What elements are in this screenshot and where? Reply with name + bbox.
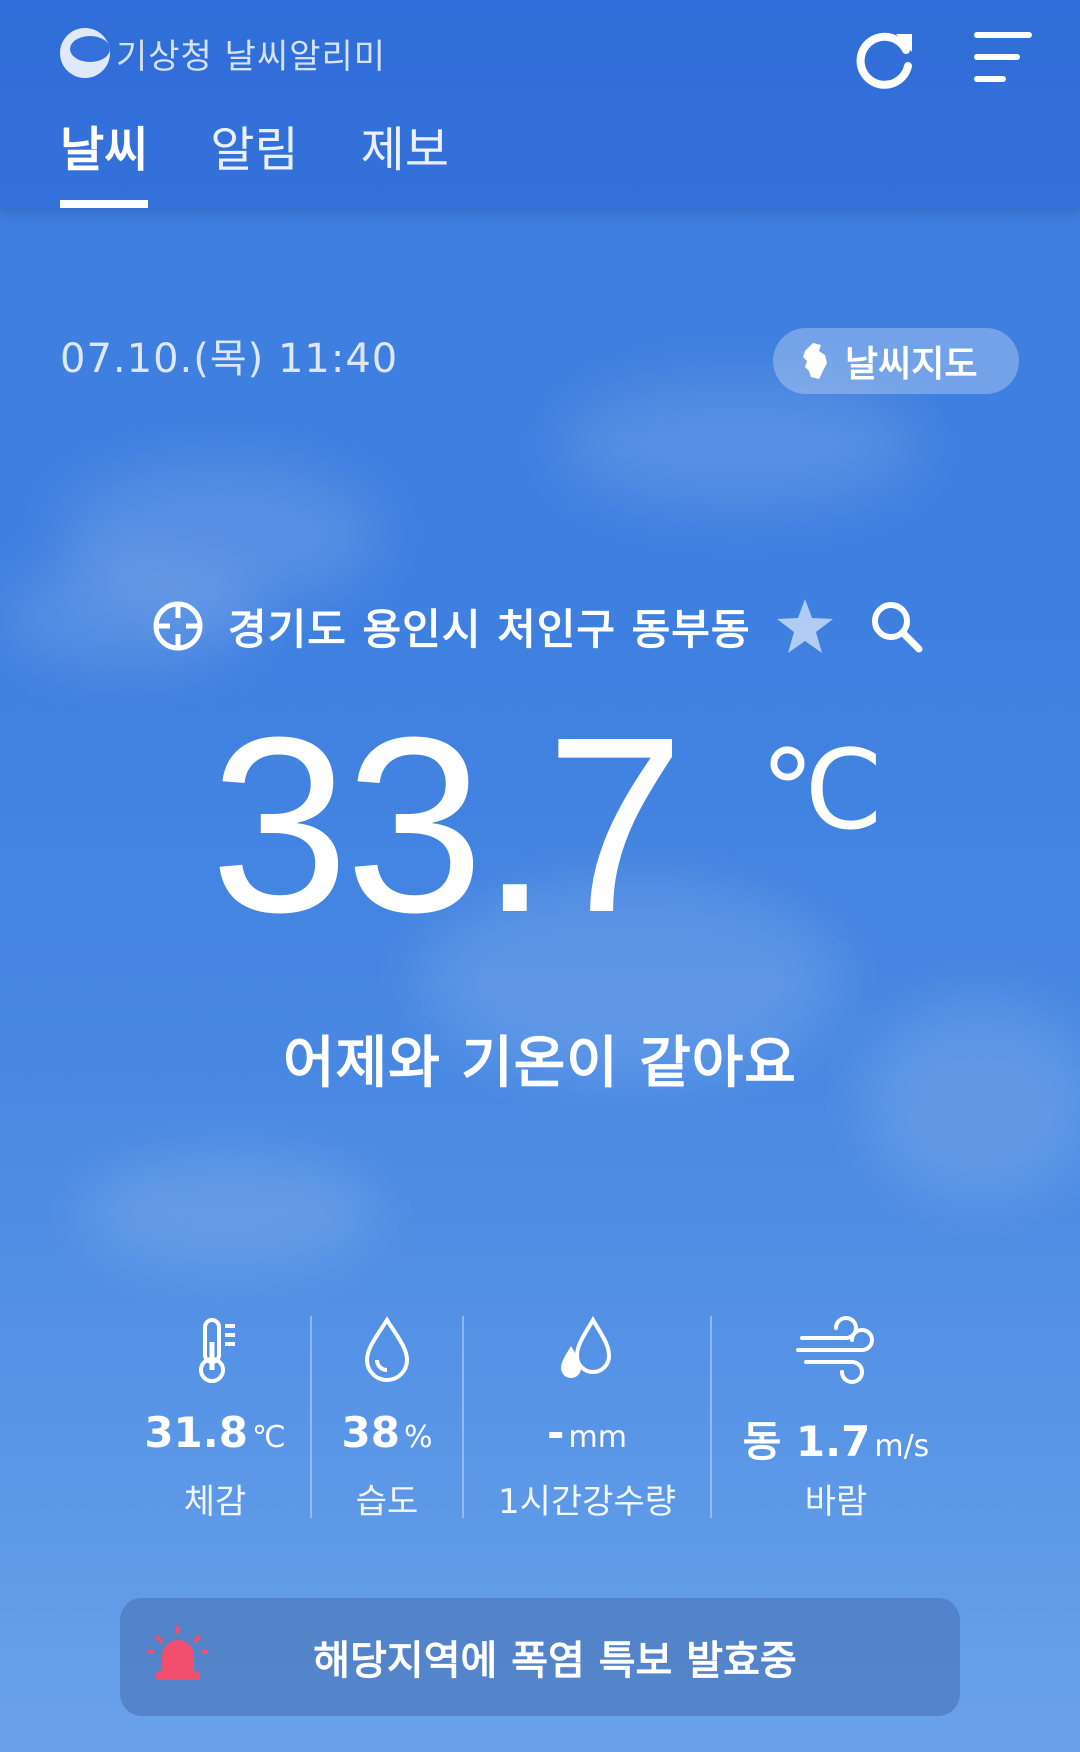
weather-map-button[interactable]: 날씨지도 xyxy=(773,328,1019,394)
current-temperature: 33.7 xyxy=(210,685,685,964)
wind-label: 바람 xyxy=(804,1482,868,1522)
wind-unit: m/s xyxy=(874,1429,930,1464)
wind-icon xyxy=(796,1316,874,1384)
current-location-icon[interactable] xyxy=(150,598,206,654)
rain-drops-icon xyxy=(561,1316,612,1378)
favorite-star-icon[interactable] xyxy=(775,597,835,655)
weather-map-label: 날씨지도 xyxy=(845,344,978,385)
temperature-comparison: 어제와 기온이 같아요 xyxy=(283,1031,797,1096)
korea-map-icon xyxy=(803,343,827,379)
observation-datetime: 07.10.(목) 11:40 xyxy=(60,336,399,382)
precipitation-unit: mm xyxy=(568,1420,627,1455)
cloud-decoration xyxy=(80,1150,380,1270)
feels-like-unit: ℃ xyxy=(251,1420,286,1455)
stat-wind: 동 1.7 m/s 바람 xyxy=(712,1316,960,1522)
feels-like-label: 체감 xyxy=(183,1482,247,1522)
tab-alerts[interactable]: 알림 xyxy=(210,110,298,208)
temperature-unit: ℃ xyxy=(760,726,884,854)
kma-logo-icon xyxy=(60,28,110,78)
thermometer-icon xyxy=(199,1318,235,1383)
stat-humidity: 38% 습도 xyxy=(312,1316,462,1522)
tab-report[interactable]: 제보 xyxy=(361,110,449,208)
heat-warning-banner[interactable]: 해당지역에 폭염 특보 발효중 xyxy=(120,1598,960,1716)
cloud-decoration xyxy=(560,380,920,510)
search-icon[interactable] xyxy=(867,597,925,655)
siren-icon xyxy=(148,1626,208,1680)
humidity-drop-icon xyxy=(364,1316,410,1382)
precipitation-label: 1시간강수량 xyxy=(497,1482,677,1522)
alert-text: 해당지역에 폭염 특보 발효중 xyxy=(313,1638,797,1684)
location-row: 경기도 용인시 처인구 동부동 xyxy=(150,596,950,656)
precipitation-value: - xyxy=(547,1408,565,1457)
menu-icon[interactable] xyxy=(974,30,1034,86)
humidity-unit: % xyxy=(403,1420,433,1455)
stat-precipitation: - mm 1시간강수량 xyxy=(464,1316,710,1522)
app-header: 기상청 날씨알리미 날씨 알림 제보 xyxy=(0,0,1080,208)
weather-stats: 31.8 ℃ 체감 38% 습도 - mm 1시간강수량 동 1.7 m/s 바람 xyxy=(120,1316,960,1522)
app-title: 기상청 날씨알리미 xyxy=(116,36,387,77)
feels-like-value: 31.8 xyxy=(144,1408,248,1457)
stat-feels-like: 31.8 ℃ 체감 xyxy=(120,1316,310,1522)
main-tabs: 날씨 알림 제보 xyxy=(60,110,511,208)
wind-value: 동 1.7 xyxy=(742,1417,871,1466)
app-logo: 기상청 날씨알리미 xyxy=(60,28,386,78)
tab-weather[interactable]: 날씨 xyxy=(60,110,149,208)
location-name: 경기도 용인시 처인구 동부동 xyxy=(228,604,751,654)
humidity-label: 습도 xyxy=(355,1482,419,1522)
refresh-icon[interactable] xyxy=(850,24,920,94)
humidity-value: 38 xyxy=(341,1408,400,1457)
